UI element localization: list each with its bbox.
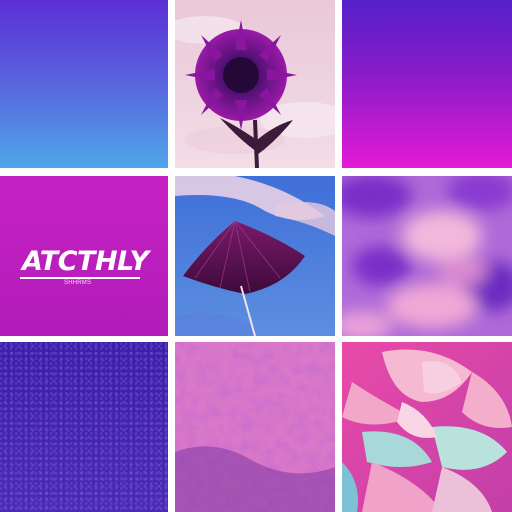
purple-clouds-tile — [342, 176, 512, 336]
purple-sunflower-tile — [175, 0, 335, 168]
purple-noise-tile — [0, 342, 168, 512]
logo-subtext: SHHRMS — [64, 280, 92, 286]
umbrella-sky-tile — [175, 176, 335, 336]
image-collage-grid: ATCTHLY SHHRMS — [0, 0, 512, 512]
logo-heading: ATCTHLY — [22, 246, 149, 277]
magenta-text-content: ATCTHLY SHHRMS — [0, 176, 168, 336]
pink-rose-tile — [342, 342, 512, 512]
pink-texture-tile — [175, 342, 335, 512]
purple-magenta-gradient-tile — [342, 0, 512, 168]
blue-gradient-tile — [0, 0, 168, 168]
logo-underline — [20, 277, 140, 279]
magenta-text-tile: ATCTHLY SHHRMS — [0, 176, 168, 336]
